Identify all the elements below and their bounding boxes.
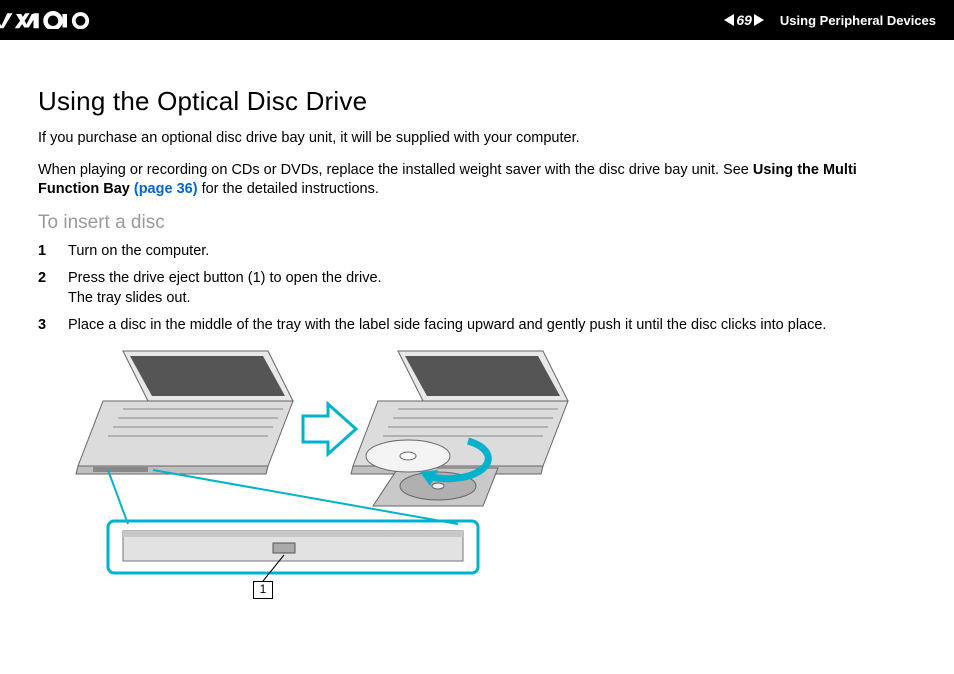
page-nav: 69 (724, 12, 764, 28)
section-title: Using Peripheral Devices (780, 13, 936, 28)
cross-ref-link[interactable]: (page 36) (134, 181, 198, 197)
step-item: Place a disc in the middle of the tray w… (38, 316, 916, 336)
step-text: Place a disc in the middle of the tray w… (68, 316, 826, 336)
laptop-closed-tray-icon (76, 351, 293, 474)
step-list: Turn on the computer. Press the drive ej… (38, 242, 916, 336)
page-title: Using the Optical Disc Drive (38, 86, 916, 117)
header-bar: 69 Using Peripheral Devices (0, 0, 954, 40)
next-page-icon[interactable] (754, 14, 764, 26)
laptop-open-tray-icon (351, 351, 568, 506)
page-body: Using the Optical Disc Drive If you purc… (0, 40, 954, 611)
intro-para-1: If you purchase an optional disc drive b… (38, 129, 916, 149)
illustration: 1 (68, 346, 578, 611)
vaio-logo (16, 11, 80, 29)
callout-number: 1 (253, 581, 273, 599)
flow-arrow-icon (303, 404, 356, 454)
manual-page: 69 Using Peripheral Devices Using the Op… (0, 0, 954, 674)
step-text: Press the drive eject button (1) to open… (68, 269, 382, 308)
procedure-heading: To insert a disc (38, 212, 916, 234)
prev-page-icon[interactable] (724, 14, 734, 26)
intro-para-2: When playing or recording on CDs or DVDs… (38, 161, 916, 200)
page-number: 69 (736, 12, 752, 28)
step-text: Turn on the computer. (68, 242, 209, 262)
para2-text-a: When playing or recording on CDs or DVDs… (38, 162, 753, 178)
para2-text-b: for the detailed instructions. (198, 181, 379, 197)
step-item: Press the drive eject button (1) to open… (38, 269, 916, 308)
header-right: 69 Using Peripheral Devices (724, 12, 936, 28)
step-item: Turn on the computer. (38, 242, 916, 262)
